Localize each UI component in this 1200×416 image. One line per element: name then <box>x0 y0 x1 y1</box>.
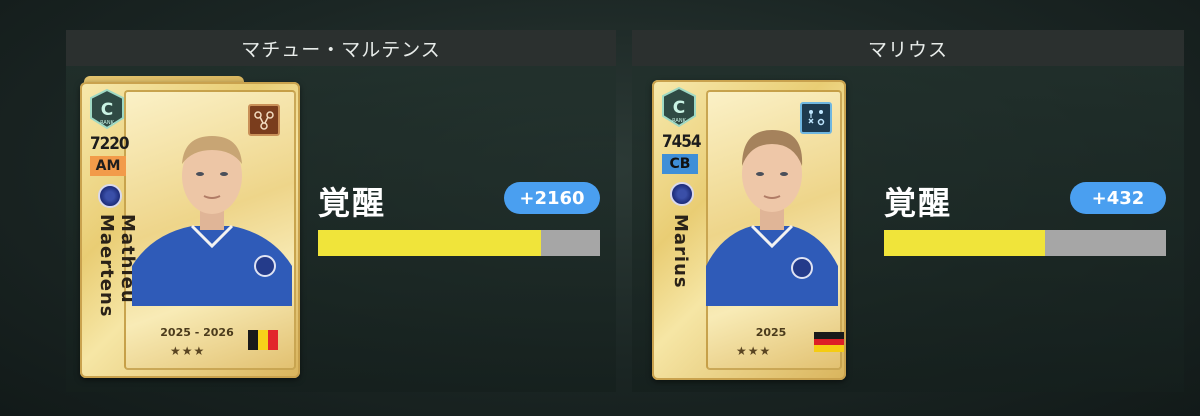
player-card[interactable]: C RANK 7220 AM Mathieu Maertens 2025 - 2… <box>80 82 300 378</box>
rank-badge-icon: C RANK <box>90 88 124 130</box>
player-rating: 7220 <box>90 134 130 154</box>
rank-letter: C <box>101 100 113 120</box>
player-rating: 7454 <box>662 132 702 152</box>
awakening-progress-fill <box>884 230 1045 256</box>
card-season: 2025 <box>755 326 787 339</box>
awakening-progress-fill <box>318 230 541 256</box>
germany-flag-icon <box>814 332 844 353</box>
panel-body: C RANK 7220 AM Mathieu Maertens 2025 - 2… <box>66 66 616 392</box>
panel-body: C RANK 7454 CB Marius 2025 ★★★ 覚醒 +432 <box>632 66 1184 392</box>
club-crest-icon <box>670 182 694 206</box>
player-panel-2: マリウス C RANK 7454 CB Marius 2025 ★★★ 覚醒 +… <box>632 30 1184 392</box>
player-portrait-image <box>132 136 292 306</box>
awakening-label: 覚醒 <box>884 184 953 222</box>
card-season: 2025 - 2026 <box>160 326 234 339</box>
awakening-bonus-badge: +2160 <box>504 182 600 214</box>
rank-sub: RANK <box>672 118 686 124</box>
awakening-progress-bar <box>318 230 600 256</box>
position-badge: CB <box>662 154 698 174</box>
card-stars: ★★★ <box>736 344 772 358</box>
rank-letter: C <box>673 98 685 118</box>
belgium-flag-icon <box>248 330 278 350</box>
card-stars: ★★★ <box>170 344 206 358</box>
awakening-bonus-badge: +432 <box>1070 182 1166 214</box>
rank-badge-icon: C RANK <box>662 86 696 128</box>
position-badge: AM <box>90 156 126 176</box>
player-portrait-image <box>706 130 838 306</box>
player-card[interactable]: C RANK 7454 CB Marius 2025 ★★★ <box>652 80 846 380</box>
awakening-progress-bar <box>884 230 1166 256</box>
club-crest-icon <box>98 184 122 208</box>
awakening-label: 覚醒 <box>318 184 387 222</box>
player-panel-1: マチュー・マルテンス C RANK 7220 AM Mathieu Maerte… <box>66 30 616 392</box>
player-name-header: マリウス <box>632 30 1184 66</box>
card-player-name: Marius <box>670 214 691 289</box>
rank-sub: RANK <box>100 120 114 126</box>
player-name-header: マチュー・マルテンス <box>66 30 616 66</box>
